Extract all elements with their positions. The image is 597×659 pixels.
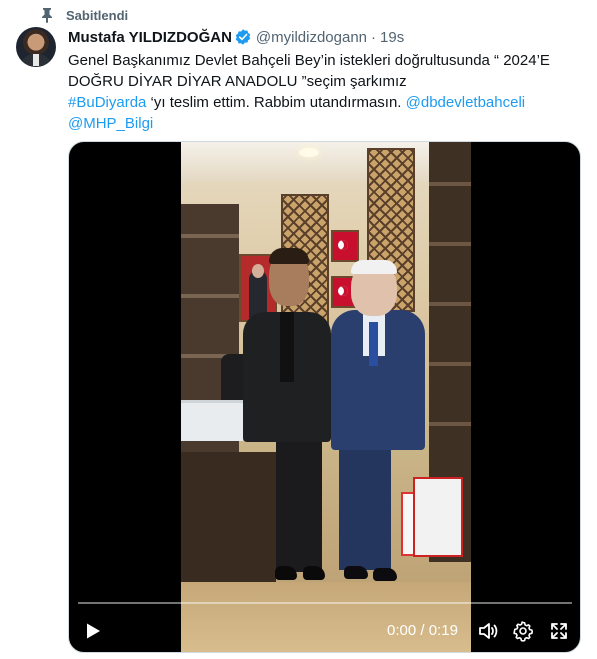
shelf-board (429, 182, 471, 186)
frame-lamp (299, 148, 319, 157)
tweet-text-line-3-body: ‘yı teslim ettim. Rabbim utandırmasın. (146, 94, 406, 111)
shelf-board (429, 302, 471, 306)
volume-icon[interactable] (477, 620, 499, 642)
tweet-timestamp[interactable]: 19s (380, 29, 404, 46)
author-name[interactable]: Mustafa YILDIZDOĞAN (68, 29, 232, 46)
shelf-board (429, 362, 471, 366)
flag-crescent (338, 286, 348, 296)
frame-papers (181, 400, 243, 441)
video-player[interactable]: 0:00 / 0:19 (68, 141, 581, 653)
fullscreen-icon[interactable] (548, 620, 570, 642)
pinned-label: Sabitlendi (66, 7, 129, 23)
header-separator: · (371, 28, 377, 46)
video-progress-bar[interactable] (78, 602, 572, 604)
shelf-board (181, 294, 239, 298)
person-2-shoe (344, 566, 368, 579)
frame-floor (181, 582, 471, 652)
author-handle[interactable]: @myildizdogann (256, 29, 367, 46)
person-1-shirt (280, 312, 294, 382)
person-1-shoe (275, 566, 297, 580)
person-2-hair (351, 260, 397, 274)
tweet-text-line-4: @MHP_Bilgi (68, 113, 578, 134)
verified-badge-icon[interactable] (234, 28, 252, 46)
video-time-separator: / (416, 622, 429, 639)
tweet-header: Mustafa YILDIZDOĞAN @myildizdogann · 19s (68, 27, 404, 47)
video-timecode: 0:00 / 0:19 (387, 622, 458, 639)
tweet-text-line-1: Genel Başkanımız Devlet Bahçeli Bey’in i… (68, 52, 550, 69)
frame-gift-bag (413, 477, 463, 557)
tweet-text: Genel Başkanımız Devlet Bahçeli Bey’in i… (68, 50, 578, 134)
tweet-text-line-2: DOĞRU DİYAR DİYAR ANADOLU ”seçim şarkımı… (68, 73, 407, 90)
shelf-board (181, 234, 239, 238)
person-2-tie (369, 322, 378, 366)
hashtag-link[interactable]: #BuDiyarda (68, 94, 146, 111)
video-current-time: 0:00 (387, 622, 417, 639)
pinned-indicator: Sabitlendi (40, 6, 128, 24)
shelf-board (429, 242, 471, 246)
person-2-legs (339, 442, 391, 570)
mention-link-dbdevletbahceli[interactable]: @dbdevletbahceli (406, 94, 525, 111)
video-duration: 0:19 (428, 622, 458, 639)
avatar[interactable] (16, 27, 56, 67)
tweet-text-line-3: #BuDiyarda ‘yı teslim ettim. Rabbim utan… (68, 92, 578, 113)
flag-crescent (338, 240, 348, 250)
avatar-shirt (33, 54, 39, 66)
mention-link-mhp-bilgi[interactable]: @MHP_Bilgi (68, 115, 153, 132)
person-1-legs (276, 432, 322, 572)
frame-ceiling (181, 142, 471, 182)
settings-icon[interactable] (512, 620, 534, 642)
video-frame (181, 142, 471, 652)
tweet-card[interactable]: Sabitlendi Mustafa YILDIZDOĞAN @myildizd… (0, 0, 597, 659)
person-1-hair (269, 248, 309, 264)
play-icon[interactable] (81, 620, 103, 642)
frame-flag-1 (331, 230, 359, 262)
portrait-face (252, 264, 264, 278)
shelf-board (429, 422, 471, 426)
frame-desk (181, 452, 276, 587)
person-1-shoe (303, 566, 325, 580)
pin-icon (42, 8, 52, 23)
person-2-shoe (373, 568, 397, 581)
